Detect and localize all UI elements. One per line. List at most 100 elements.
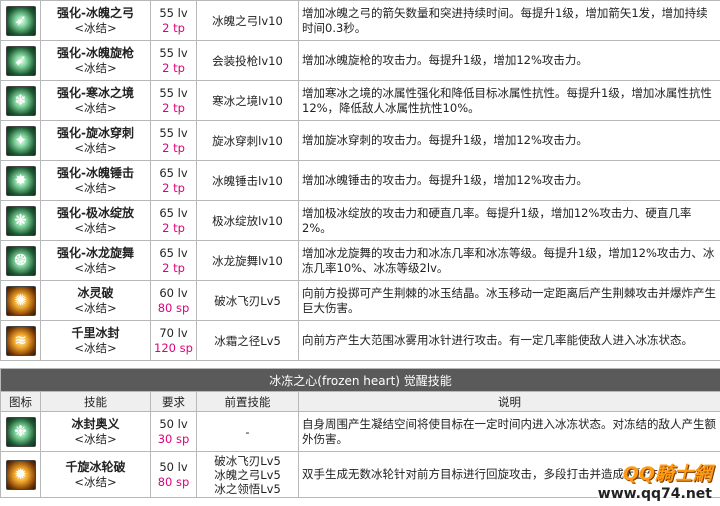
skill-desc-cell: 向前方产生大范围冰雾用冰针进行攻击。有一定几率能使敌人进入冰冻状态。 xyxy=(298,320,720,361)
skill-req-cell: 50 lv 80 sp xyxy=(150,451,197,498)
skill-req-cell: 55 lv 2 tp xyxy=(150,120,197,161)
skill-req-cell: 70 lv 120 sp xyxy=(150,320,197,361)
skill-prereq-cell: 破冰飞刃Lv5 冰魄之弓Lv5 冰之领悟Lv5 xyxy=(196,451,299,498)
skill-desc-cell: 增加冰魄旋枪的攻击力。每提升1级，增加12%攻击力。 xyxy=(298,40,720,81)
skill-points: 2 tp xyxy=(162,180,185,195)
skill-name-cell: 强化-冰龙旋舞 <冰结> xyxy=(40,240,151,281)
ice-dragon-icon[interactable]: ❂ xyxy=(5,245,36,276)
skill-req-cell: 55 lv 2 tp xyxy=(150,40,197,81)
skill-desc: 增加寒冰之境的冰属性强化和降低目标冰属性抗性。每提升1级，增加冰属性抗性12%，… xyxy=(302,85,712,115)
icon-glyph: ❄ xyxy=(14,90,27,109)
skill-name-cell: 强化-寒冰之境 <冰结> xyxy=(40,80,151,121)
skill-icon-cell: ✺ xyxy=(0,280,41,321)
skill-icon-cell: ✹ xyxy=(0,451,41,498)
ice-seal-icon[interactable]: ≋ xyxy=(5,325,36,356)
prereq-text: 冰龙旋舞lv10 xyxy=(212,253,283,268)
icon-glyph: ✹ xyxy=(14,464,27,483)
skill-req-cell: 50 lv 30 sp xyxy=(150,411,197,452)
awaken-section-title: 冰冻之心(frozen heart) 觉醒技能 xyxy=(0,368,720,392)
prereq-text: 破冰飞刃Lv5 xyxy=(214,293,281,308)
skill-name: 强化-冰魄之弓 xyxy=(57,5,134,20)
table-row: ➶ 强化-冰魄之弓 <冰结> 55 lv 2 tp 冰魄之弓lv10 增加冰魄之弓的箭矢数量… xyxy=(0,0,720,41)
ice-crystal-icon[interactable]: ✺ xyxy=(5,285,36,316)
skill-desc-cell: 增加冰魄之弓的箭矢数量和突进持续时间。每提升1级，增加箭矢1发，增加持续时间0.… xyxy=(298,0,720,41)
prereq-text: 旋冰穿刺lv10 xyxy=(212,133,283,148)
skill-name: 冰灵破 xyxy=(77,285,114,300)
frost-mystery-icon[interactable]: ❉ xyxy=(5,416,36,447)
ice-hammer-icon[interactable]: ✸ xyxy=(5,165,36,196)
skill-icon-cell: ✦ xyxy=(0,120,41,161)
skill-prereq-cell: - xyxy=(196,411,299,452)
skill-level: 55 lv xyxy=(159,5,188,20)
col-header-skill: 技能 xyxy=(40,391,151,412)
icon-glyph: ❂ xyxy=(14,250,27,269)
prereq-text: 极冰绽放lv10 xyxy=(212,213,283,228)
prereq-text: - xyxy=(245,424,250,439)
ice-pierce-icon[interactable]: ✦ xyxy=(5,125,36,156)
col-header-req: 要求 xyxy=(150,391,197,412)
skill-tag: <冰结> xyxy=(74,474,117,489)
skill-points: 120 sp xyxy=(154,340,193,355)
skill-level: 55 lv xyxy=(159,45,188,60)
skill-icon-cell: ≋ xyxy=(0,320,41,361)
skill-name-cell: 强化-极冰绽放 <冰结> xyxy=(40,200,151,241)
skill-req-cell: 55 lv 2 tp xyxy=(150,80,197,121)
skill-req-cell: 65 lv 2 tp xyxy=(150,160,197,201)
col-header-desc: 说明 xyxy=(297,391,720,412)
table-row: ≋ 千里冰封 <冰结> 70 lv 120 sp 冰霜之径Lv5 向前方产生大范围冰雾用冰针… xyxy=(0,320,720,361)
skill-desc: 向前方产生大范围冰雾用冰针进行攻击。有一定几率能使敌人进入冰冻状态。 xyxy=(302,333,693,347)
skill-level: 55 lv xyxy=(159,125,188,140)
skill-name: 千旋冰轮破 xyxy=(65,459,126,474)
frost-wheel-icon[interactable]: ✹ xyxy=(5,459,36,490)
skill-points: 2 tp xyxy=(162,20,185,35)
skill-name: 千里冰封 xyxy=(71,325,120,340)
table-row: ❄ 强化-寒冰之境 <冰结> 55 lv 2 tp 寒冰之境lv10 增加寒冰之境的冰属性强… xyxy=(0,80,720,121)
skill-name: 强化-寒冰之境 xyxy=(57,85,134,100)
table-row: ➹ 强化-冰魄旋枪 <冰结> 55 lv 2 tp 会装投枪lv10 增加冰魄旋枪的攻击力。… xyxy=(0,40,720,81)
skill-desc-cell: 增加冰魄锤击的攻击力。每提升1级，增加12%攻击力。 xyxy=(298,160,720,201)
skill-tag: <冰结> xyxy=(74,260,117,275)
skill-tag: <冰结> xyxy=(74,100,117,115)
ice-bow-icon[interactable]: ➶ xyxy=(5,5,36,36)
skill-prereq-cell: 冰龙旋舞lv10 xyxy=(196,240,299,281)
skill-level: 70 lv xyxy=(159,325,188,340)
col-header-icon: 图标 xyxy=(0,391,41,412)
skill-tag: <冰结> xyxy=(74,340,117,355)
skill-points: 2 tp xyxy=(162,60,185,75)
prereq-text: 冰霜之径Lv5 xyxy=(214,333,281,348)
table-row: ✦ 强化-旋冰穿刺 <冰结> 55 lv 2 tp 旋冰穿刺lv10 增加旋冰穿刺的攻击力。… xyxy=(0,120,720,161)
skill-desc-cell: 自身周围产生凝结空间将使目标在一定时间内进入冰冻状态。对冻结的敌人产生额外伤害。 xyxy=(297,411,720,452)
skill-desc: 增加冰龙旋舞的攻击力和冰冻几率和冰冻等级。每提升1级，增加12%攻击力、冰冻几率… xyxy=(302,245,715,275)
skill-desc-cell: 向前方投掷可产生荆棘的冰玉结晶。冰玉移动一定距离后产生荆棘攻击并爆炸产生巨大伤害… xyxy=(298,280,720,321)
ice-realm-icon[interactable]: ❄ xyxy=(5,85,36,116)
skill-level: 55 lv xyxy=(159,85,188,100)
prereq-line: 冰之领悟Lv5 xyxy=(214,481,281,496)
skill-desc: 增加冰魄旋枪的攻击力。每提升1级，增加12%攻击力。 xyxy=(302,53,588,67)
watermark-brand: QQ騎士網 xyxy=(622,463,712,485)
skill-tag: <冰结> xyxy=(74,300,117,315)
skill-level: 65 lv xyxy=(159,205,188,220)
skill-points: 80 sp xyxy=(157,300,190,315)
skill-name-cell: 强化-冰魄之弓 <冰结> xyxy=(40,0,151,41)
skill-prereq-cell: 旋冰穿刺lv10 xyxy=(196,120,299,161)
skill-prereq-cell: 冰魄之弓lv10 xyxy=(196,0,299,41)
skill-desc-cell: 增加冰龙旋舞的攻击力和冰冻几率和冰冻等级。每提升1级，增加12%攻击力、冰冻几率… xyxy=(298,240,720,281)
prereq-text: 寒冰之境lv10 xyxy=(212,93,283,108)
skill-desc-cell: 增加极冰绽放的攻击力和硬直几率。每提升1级，增加12%攻击力、硬直几率2%。 xyxy=(298,200,720,241)
skill-req-cell: 65 lv 2 tp xyxy=(150,200,197,241)
skills-table: ➶ 强化-冰魄之弓 <冰结> 55 lv 2 tp 冰魄之弓lv10 增加冰魄之弓的箭矢数量… xyxy=(0,0,720,361)
ice-spear-icon[interactable]: ➹ xyxy=(5,45,36,76)
ice-bloom-icon[interactable]: ❋ xyxy=(5,205,36,236)
skill-name: 强化-冰龙旋舞 xyxy=(57,245,134,260)
table-row: ✺ 冰灵破 <冰结> 60 lv 80 sp 破冰飞刃Lv5 向前方投掷可产生荆棘的冰玉结晶… xyxy=(0,280,720,321)
watermark-url: www.qq74.net xyxy=(597,486,712,502)
skill-req-cell: 60 lv 80 sp xyxy=(150,280,197,321)
skill-name: 强化-冰魄旋枪 xyxy=(57,45,134,60)
skill-prereq-cell: 冰霜之径Lv5 xyxy=(196,320,299,361)
skill-points: 80 sp xyxy=(157,474,190,489)
skill-level: 65 lv xyxy=(159,165,188,180)
awaken-header-row: 图标 技能 要求 前置技能 说明 xyxy=(0,391,720,412)
skill-desc-cell: 增加寒冰之境的冰属性强化和降低目标冰属性抗性。每提升1级，增加冰属性抗性12%，… xyxy=(298,80,720,121)
skill-req-cell: 65 lv 2 tp xyxy=(150,240,197,281)
skill-points: 30 sp xyxy=(157,431,190,446)
